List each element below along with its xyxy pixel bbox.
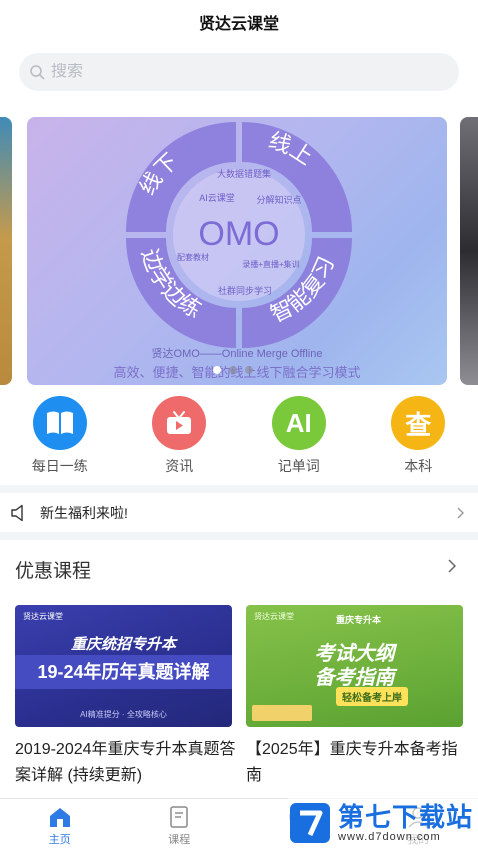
banner-next-slide[interactable] <box>460 117 478 385</box>
tab-home[interactable]: 主页 <box>0 799 120 850</box>
cover-line2: 备考指南 <box>314 667 395 689</box>
chevron-right-icon <box>448 559 456 573</box>
carousel-dot[interactable] <box>229 366 237 374</box>
course-cover[interactable]: 贤达云课堂 重庆专升本 考试大纲 备考指南 轻松备考上岸 <box>246 605 463 727</box>
watermark-logo-icon <box>290 802 330 843</box>
cover-top: 重庆专升本 <box>336 615 382 625</box>
quick-entry-label: 本科 <box>404 458 433 474</box>
tv-icon <box>152 396 207 450</box>
quick-entry-label: 资讯 <box>165 458 194 474</box>
divider <box>0 532 478 540</box>
watermark: 第七下载站 www.d7down.com <box>288 795 478 850</box>
inner-label: 大数据错题集 <box>217 168 271 179</box>
course-icon <box>170 806 188 828</box>
banner-prev-slide[interactable] <box>0 117 12 385</box>
search-icon <box>30 65 45 80</box>
inner-label: 配套教材 <box>177 252 209 262</box>
search-char-icon: 查 <box>391 396 446 450</box>
cover-brand: 贤达云课堂 <box>23 612 63 621</box>
inner-label: 录播+直播+集训 <box>242 259 299 269</box>
section-header[interactable]: 优惠课程 <box>0 552 478 584</box>
carousel-dot[interactable] <box>245 366 253 374</box>
carousel-indicator <box>213 366 253 374</box>
books-illustration <box>252 705 312 721</box>
ai-icon: AI <box>271 396 326 450</box>
tab-courses[interactable]: 课程 <box>120 799 240 850</box>
tab-label: 主页 <box>48 834 71 846</box>
section-title: 优惠课程 <box>15 561 92 582</box>
home-icon <box>49 808 70 827</box>
quick-entry-row: 每日一练 资讯 AI 记单词 查 本科 <box>0 396 478 476</box>
quick-entry-bachelor[interactable]: 查 本科 <box>359 396 478 476</box>
inner-label: 分解知识点 <box>256 194 301 205</box>
notice-bar[interactable]: 新生福利来啦! <box>0 495 478 531</box>
course-title[interactable]: 【2025年】重庆专升本备考指南 <box>246 737 471 789</box>
banner-caption: 贤达OMO——Online Merge Offline <box>151 348 323 360</box>
banner-carousel[interactable]: 线下 线上 边学边练 智能复习 OMO 大数据错题集 AI云课堂 分解知识点 配… <box>27 117 447 385</box>
course-title[interactable]: 2019-2024年重庆专升本真题答案详解 (持续更新) <box>15 737 240 789</box>
tab-label: 课程 <box>168 834 191 846</box>
quick-entry-news[interactable]: 资讯 <box>120 396 240 476</box>
cover-line2: 19-24年历年真题详解 <box>15 655 232 689</box>
inner-label: 社群同步学习 <box>218 285 272 296</box>
omo-center-label: OMO <box>198 215 279 253</box>
watermark-title: 第七下载站 <box>338 801 474 832</box>
quick-entry-vocabulary[interactable]: AI 记单词 <box>239 396 359 476</box>
page-title: 贤达云课堂 <box>198 16 279 33</box>
search-bar[interactable] <box>19 53 459 91</box>
quick-entry-daily-practice[interactable]: 每日一练 <box>0 396 120 476</box>
course-cover[interactable]: 贤达云课堂 重庆统招专升本 19-24年历年真题详解 AI精准提分 · 全攻略核… <box>15 605 232 727</box>
search-input[interactable] <box>51 63 431 81</box>
chevron-right-icon <box>457 507 464 519</box>
watermark-url: www.d7down.com <box>338 830 441 843</box>
book-icon <box>32 396 87 450</box>
cover-tag: AI精准提分 · 全攻略核心 <box>80 710 167 719</box>
carousel-dot[interactable] <box>213 366 221 374</box>
cover-line1: 重庆统招专升本 <box>70 636 176 653</box>
quick-entry-label: 记单词 <box>277 458 320 474</box>
inner-label: AI云课堂 <box>199 192 235 203</box>
cover-brand: 贤达云课堂 <box>254 612 294 621</box>
speaker-icon <box>11 504 23 522</box>
notice-text: 新生福利来啦! <box>40 505 128 521</box>
divider <box>0 485 478 493</box>
quick-entry-label: 每日一练 <box>31 458 88 474</box>
cover-tag: 轻松备考上岸 <box>336 687 408 706</box>
